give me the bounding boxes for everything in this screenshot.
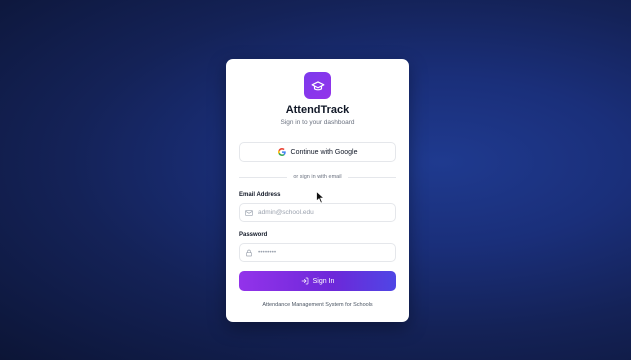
graduation-cap-icon: [311, 80, 324, 90]
footer-text: Attendance Management System for Schools: [262, 302, 373, 308]
email-label: Email Address: [239, 192, 281, 198]
google-signin-button[interactable]: Continue with Google: [239, 142, 396, 162]
divider-line-right: [347, 176, 397, 178]
signin-label: Sign In: [312, 277, 335, 285]
app-subtitle: Sign in to your dashboard: [280, 119, 355, 126]
mouse-cursor-icon: [316, 191, 325, 204]
email-input[interactable]: [258, 209, 378, 216]
divider-text: or sign in with email: [293, 174, 342, 180]
google-icon: [277, 148, 286, 156]
password-label: Password: [239, 232, 268, 238]
app-logo: [304, 72, 331, 99]
password-field[interactable]: [239, 243, 396, 262]
app-title: AttendTrack: [285, 104, 350, 116]
google-signin-label: Continue with Google: [290, 148, 358, 156]
or-divider: or sign in with email: [239, 172, 397, 182]
signin-button[interactable]: Sign In: [239, 271, 396, 291]
lock-icon: [246, 249, 252, 256]
password-input[interactable]: [258, 249, 378, 256]
divider-line-left: [239, 176, 288, 178]
email-field[interactable]: [239, 203, 396, 222]
login-arrow-icon: [301, 277, 308, 285]
mail-icon: [245, 209, 253, 216]
